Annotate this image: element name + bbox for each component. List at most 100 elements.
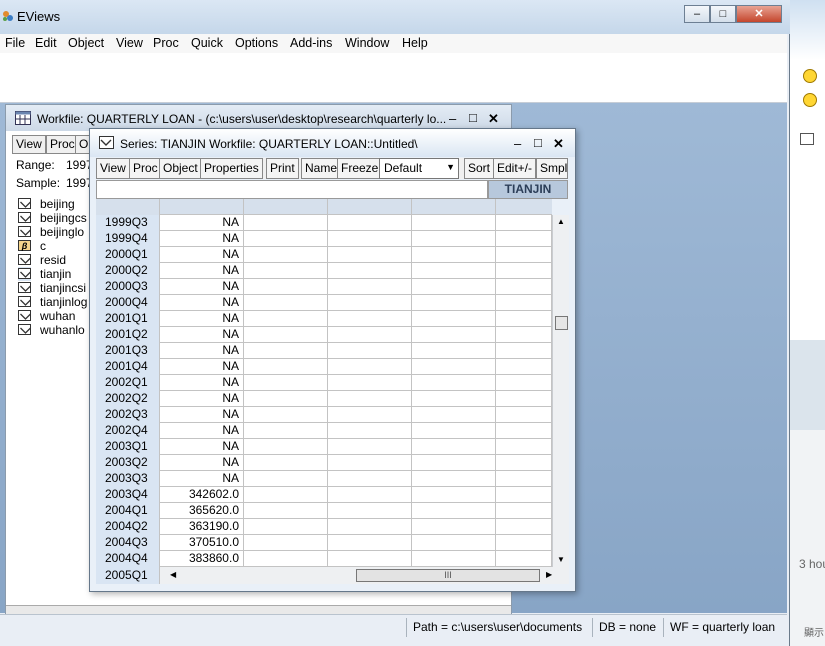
table-row[interactable]: 2001Q1 NA <box>96 311 552 327</box>
grid-empty-cell[interactable] <box>244 423 328 439</box>
grid-value-cell[interactable]: NA <box>160 471 244 487</box>
table-row[interactable]: 2001Q3 NA <box>96 343 552 359</box>
grid-empty-cell[interactable] <box>244 215 328 231</box>
series-object-button[interactable]: Object <box>159 158 202 179</box>
workfile-object-item[interactable]: tianjincsi <box>18 281 86 295</box>
grid-empty-cell[interactable] <box>496 455 552 471</box>
table-row[interactable]: 2001Q2 NA <box>96 327 552 343</box>
grid-value-cell[interactable]: 342602.0 <box>160 487 244 503</box>
series-minimize-button[interactable]: – <box>514 136 521 151</box>
scroll-down-icon[interactable]: ▼ <box>557 555 565 564</box>
grid-empty-cell[interactable] <box>244 551 328 567</box>
table-row[interactable]: 2004Q1 365620.0 <box>96 503 552 519</box>
cell-edit-field[interactable] <box>96 180 488 199</box>
workfile-tabs[interactable] <box>6 605 511 614</box>
table-row[interactable]: 2002Q3 NA <box>96 407 552 423</box>
workfile-object-item[interactable]: beijinglo <box>18 225 84 239</box>
series-view-button[interactable]: View <box>96 158 130 179</box>
grid-empty-cell[interactable] <box>244 327 328 343</box>
grid-value-cell[interactable]: NA <box>160 215 244 231</box>
menu-addins[interactable]: Add-ins <box>290 36 332 50</box>
grid-empty-cell[interactable] <box>496 263 552 279</box>
grid-empty-cell[interactable] <box>412 535 496 551</box>
workfile-object-item[interactable]: beijingcs <box>18 211 87 225</box>
grid-empty-cell[interactable] <box>496 535 552 551</box>
grid-empty-cell[interactable] <box>496 391 552 407</box>
grid-value-cell[interactable]: NA <box>160 423 244 439</box>
grid-value-cell[interactable]: 383860.0 <box>160 551 244 567</box>
grid-value-cell[interactable]: NA <box>160 359 244 375</box>
series-close-button[interactable]: ✕ <box>553 136 564 152</box>
grid-value-cell[interactable]: 370510.0 <box>160 535 244 551</box>
grid-empty-cell[interactable] <box>412 295 496 311</box>
grid-empty-cell[interactable] <box>412 359 496 375</box>
grid-empty-cell[interactable] <box>244 231 328 247</box>
minimize-button[interactable]: – <box>684 5 710 23</box>
series-properties-button[interactable]: Properties <box>200 158 263 179</box>
workfile-close-button[interactable]: ✕ <box>488 111 499 127</box>
grid-empty-cell[interactable] <box>412 439 496 455</box>
table-row[interactable]: 2002Q2 NA <box>96 391 552 407</box>
grid-empty-cell[interactable] <box>412 455 496 471</box>
grid-empty-cell[interactable] <box>244 295 328 311</box>
grid-empty-cell[interactable] <box>244 535 328 551</box>
series-freeze-button[interactable]: Freeze <box>337 158 383 179</box>
grid-empty-cell[interactable] <box>244 407 328 423</box>
grid-empty-cell[interactable] <box>244 471 328 487</box>
grid-empty-cell[interactable] <box>496 295 552 311</box>
table-row[interactable]: 2004Q3 370510.0 <box>96 535 552 551</box>
grid-empty-cell[interactable] <box>496 247 552 263</box>
grid-empty-cell[interactable] <box>496 503 552 519</box>
grid-empty-cell[interactable] <box>328 455 412 471</box>
table-row[interactable]: 2000Q3 NA <box>96 279 552 295</box>
grid-empty-cell[interactable] <box>328 263 412 279</box>
grid-empty-cell[interactable] <box>496 471 552 487</box>
horizontal-scroll-thumb[interactable]: III <box>356 569 540 582</box>
menu-view[interactable]: View <box>116 36 143 50</box>
grid-value-cell[interactable]: NA <box>160 391 244 407</box>
grid-empty-cell[interactable] <box>244 391 328 407</box>
series-proc-button[interactable]: Proc <box>129 158 162 179</box>
table-row[interactable]: 2002Q4 NA <box>96 423 552 439</box>
workfile-object-item[interactable]: beijing <box>18 197 75 211</box>
workfile-minimize-button[interactable]: – <box>449 111 456 126</box>
grid-value-cell[interactable]: NA <box>160 375 244 391</box>
table-row[interactable]: 2002Q1 NA <box>96 375 552 391</box>
grid-empty-cell[interactable] <box>244 359 328 375</box>
grid-empty-cell[interactable] <box>328 439 412 455</box>
table-row[interactable]: 2001Q4 NA <box>96 359 552 375</box>
vertical-scrollbar[interactable]: ▲ ▼ <box>552 215 569 567</box>
title-bar[interactable]: EViews – □ ✕ <box>0 0 790 34</box>
grid-empty-cell[interactable] <box>496 423 552 439</box>
grid-empty-cell[interactable] <box>328 519 412 535</box>
grid-empty-cell[interactable] <box>496 359 552 375</box>
table-row[interactable]: 2003Q1 NA <box>96 439 552 455</box>
grid-empty-cell[interactable] <box>328 343 412 359</box>
grid-empty-cell[interactable] <box>496 343 552 359</box>
menu-window[interactable]: Window <box>345 36 389 50</box>
grid-value-cell[interactable]: NA <box>160 439 244 455</box>
grid-empty-cell[interactable] <box>328 327 412 343</box>
grid-empty-cell[interactable] <box>412 311 496 327</box>
series-data-grid[interactable]: 1999Q3 NA 1999Q4 NA 2000Q1 NA 2000Q2 NA 2000Q3 NA… <box>96 199 552 571</box>
grid-empty-cell[interactable] <box>328 391 412 407</box>
grid-empty-cell[interactable] <box>328 535 412 551</box>
grid-empty-cell[interactable] <box>328 375 412 391</box>
grid-empty-cell[interactable] <box>496 407 552 423</box>
series-print-button[interactable]: Print <box>266 158 299 179</box>
scroll-left-icon[interactable]: ◀ <box>170 570 176 579</box>
table-row[interactable]: 2000Q2 NA <box>96 263 552 279</box>
series-smpl-button[interactable]: Smpl+ <box>536 158 568 179</box>
grid-value-cell[interactable]: NA <box>160 247 244 263</box>
workfile-object-item[interactable]: tianjinlog <box>18 295 87 309</box>
grid-empty-cell[interactable] <box>244 519 328 535</box>
grid-empty-cell[interactable] <box>412 503 496 519</box>
series-maximize-button[interactable]: □ <box>534 135 542 150</box>
close-button[interactable]: ✕ <box>736 5 782 23</box>
grid-empty-cell[interactable] <box>496 439 552 455</box>
grid-empty-cell[interactable] <box>244 247 328 263</box>
grid-empty-cell[interactable] <box>496 519 552 535</box>
series-sort-button[interactable]: Sort <box>464 158 495 179</box>
workfile-object-item[interactable]: wuhan <box>18 309 75 323</box>
grid-empty-cell[interactable] <box>244 503 328 519</box>
